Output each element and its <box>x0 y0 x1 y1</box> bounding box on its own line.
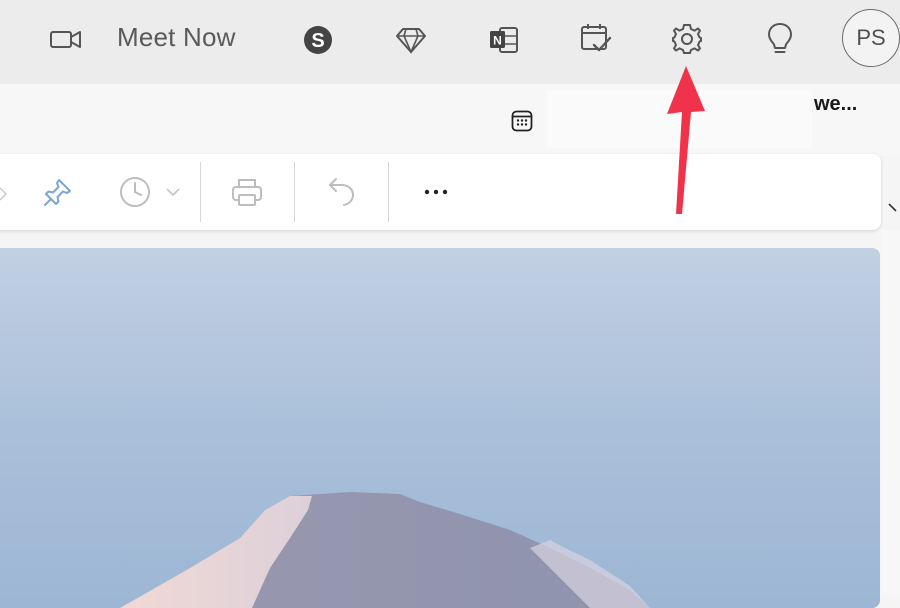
print-icon[interactable] <box>228 174 266 210</box>
svg-text:S: S <box>311 30 324 52</box>
meet-now-label: Meet Now <box>117 22 236 52</box>
message-image <box>0 248 880 608</box>
diamond-premium-icon[interactable] <box>393 22 429 58</box>
svg-text:N: N <box>493 34 502 48</box>
avatar-initials: PS <box>856 25 886 50</box>
avatar[interactable]: PS <box>842 9 900 67</box>
red-arrow-icon <box>655 64 711 216</box>
chevron-down-icon[interactable] <box>164 184 182 200</box>
onenote-icon[interactable]: N <box>486 22 522 58</box>
calendar-grid-icon[interactable] <box>510 109 534 133</box>
toolbar-divider <box>294 162 295 222</box>
lightbulb-icon[interactable] <box>762 20 798 58</box>
toolbar-divider <box>200 162 201 222</box>
pin-icon[interactable] <box>40 174 76 210</box>
truncated-text: we... <box>814 93 858 115</box>
mountain-photo <box>0 248 880 608</box>
toolbar-divider <box>388 162 389 222</box>
gear-icon[interactable] <box>668 20 706 58</box>
undo-icon[interactable] <box>324 174 360 210</box>
skype-icon[interactable]: S <box>300 22 336 58</box>
video-camera-icon <box>49 26 83 52</box>
clock-snooze-icon[interactable] <box>117 174 153 210</box>
more-icon[interactable] <box>418 180 454 204</box>
page-margin <box>881 230 900 595</box>
calendar-check-icon[interactable] <box>578 20 614 56</box>
chevron-right-icon <box>886 200 900 220</box>
partial-chevron-icon <box>0 180 10 204</box>
